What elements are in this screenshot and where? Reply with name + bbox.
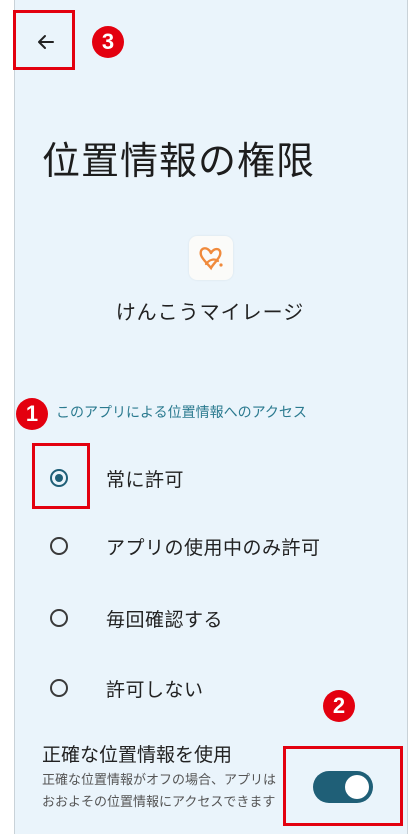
badge-1: 1 xyxy=(16,398,48,430)
badge-2: 2 xyxy=(323,690,355,722)
app-logo-icon xyxy=(189,236,233,280)
option-label: 毎回確認する xyxy=(106,608,224,631)
page-title: 位置情報の権限 xyxy=(42,139,316,183)
option-label: アプリの使用中のみ許可 xyxy=(106,536,321,559)
precise-location-description: 正確な位置情報がオフの場合、アプリはおおよその位置情報にアクセスできます xyxy=(42,773,277,810)
app-name: けんこうマイレージ xyxy=(115,300,305,324)
precise-location-toggle[interactable] xyxy=(313,771,373,803)
radio-unselected-icon[interactable] xyxy=(50,609,68,627)
radio-unselected-icon[interactable] xyxy=(50,537,68,555)
radio-selected-icon[interactable] xyxy=(50,469,68,487)
option-label: 許可しない xyxy=(106,678,204,701)
badge-3: 3 xyxy=(92,26,124,58)
section-label-location-access: このアプリによる位置情報へのアクセス xyxy=(56,405,307,421)
heart-logo-icon xyxy=(199,247,223,271)
option-allow-while-using[interactable]: アプリの使用中のみ許可 xyxy=(36,520,396,572)
arrow-left-icon xyxy=(38,35,54,49)
option-label: 常に許可 xyxy=(106,468,185,491)
screen-left-edge xyxy=(14,0,15,834)
toggle-knob xyxy=(345,775,369,799)
back-button[interactable] xyxy=(18,14,74,70)
option-always-allow[interactable]: 常に許可 xyxy=(36,452,396,504)
option-ask-every-time[interactable]: 毎回確認する xyxy=(36,592,396,644)
screen-right-edge xyxy=(407,0,408,834)
precise-location-title: 正確な位置情報を使用 xyxy=(42,744,233,766)
radio-unselected-icon[interactable] xyxy=(50,679,68,697)
